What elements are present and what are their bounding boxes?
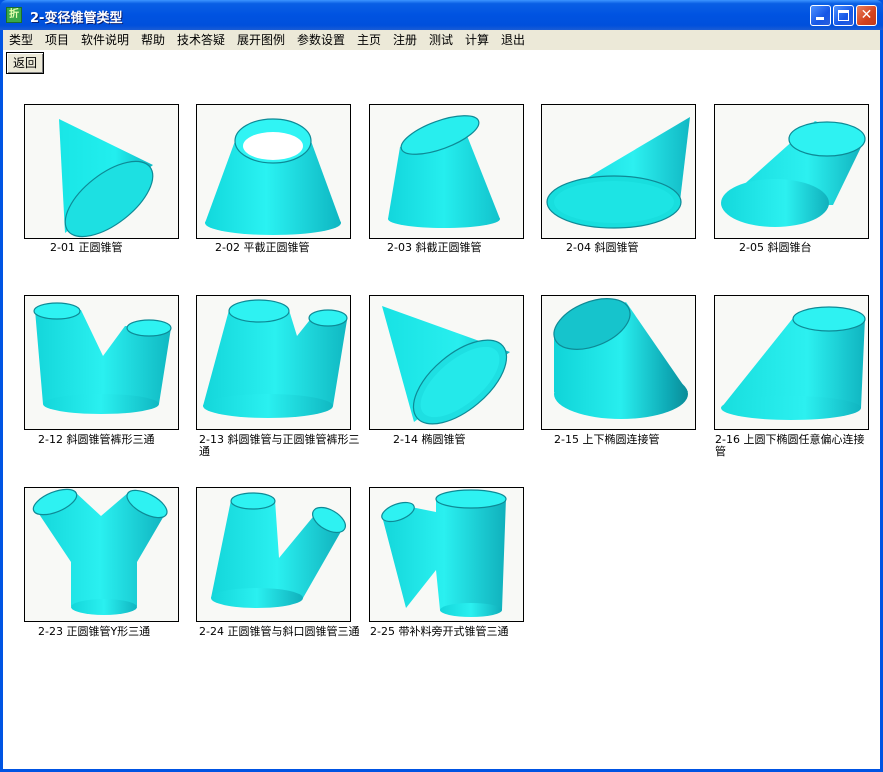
type-thumb-2-01[interactable] xyxy=(24,104,179,239)
type-thumb-2-16[interactable] xyxy=(714,295,869,430)
oblique-frustum-icon xyxy=(721,121,866,227)
oblique-pants-tee-icon xyxy=(33,302,172,414)
minimize-icon xyxy=(816,17,824,20)
maximize-button[interactable] xyxy=(833,5,854,26)
type-thumb-2-12[interactable] xyxy=(24,295,179,430)
client-area: 类型 项目 软件说明 帮助 技术答疑 展开图例 参数设置 主页 注册 测试 计算… xyxy=(3,30,880,769)
type-caption[interactable]: 2-12 斜圆锥管裤形三通 xyxy=(38,434,198,446)
window-title: 2-变径锥管类型 xyxy=(30,11,123,26)
type-caption[interactable]: 2-13 斜圆锥管与正圆锥管裤形三通 xyxy=(199,434,361,458)
title-bar[interactable]: 折 2-变径锥管类型 ✕ xyxy=(0,0,883,30)
type-thumb-2-05[interactable] xyxy=(714,104,869,239)
menu-tech-support[interactable]: 技术答疑 xyxy=(174,32,228,48)
oblique-cone-icon xyxy=(546,117,690,229)
side-tee-icon xyxy=(381,489,507,617)
type-caption[interactable]: 2-01 正圆锥管 xyxy=(50,242,210,254)
close-button[interactable]: ✕ xyxy=(856,5,877,26)
app-icon: 折 xyxy=(6,7,22,23)
type-caption[interactable]: 2-16 上圆下椭圆任意偏心连接管 xyxy=(715,434,873,458)
close-icon: ✕ xyxy=(860,7,873,23)
type-thumb-2-04[interactable] xyxy=(541,104,696,239)
type-caption[interactable]: 2-03 斜截正圆锥管 xyxy=(387,242,547,254)
oblique-cut-cone-icon xyxy=(388,115,500,228)
menu-calculate[interactable]: 计算 xyxy=(462,32,492,48)
menu-test[interactable]: 测试 xyxy=(426,32,456,48)
truncated-cone-icon xyxy=(205,118,341,235)
type-caption[interactable]: 2-15 上下椭圆连接管 xyxy=(554,434,714,446)
y-tee-icon xyxy=(32,488,168,615)
type-thumb-2-24[interactable] xyxy=(196,487,351,622)
back-button[interactable]: 返回 xyxy=(6,52,44,74)
right-circular-cone-icon xyxy=(59,119,154,238)
menu-layout-examples[interactable]: 展开图例 xyxy=(234,32,288,48)
type-caption[interactable]: 2-24 正圆锥管与斜口圆锥管三通 xyxy=(199,626,361,638)
type-thumb-2-02[interactable] xyxy=(196,104,351,239)
type-thumb-2-03[interactable] xyxy=(369,104,524,239)
menu-parameters[interactable]: 参数设置 xyxy=(294,32,348,48)
menu-type[interactable]: 类型 xyxy=(6,32,36,48)
type-thumb-2-13[interactable] xyxy=(196,295,351,430)
type-caption[interactable]: 2-04 斜圆锥管 xyxy=(566,242,726,254)
type-caption[interactable]: 2-25 带补料旁开式锥管三通 xyxy=(370,626,530,638)
type-caption[interactable]: 2-05 斜圆锥台 xyxy=(739,242,883,254)
eccentric-transition-icon xyxy=(721,306,866,420)
mixed-pants-tee-icon xyxy=(203,299,348,418)
menu-register[interactable]: 注册 xyxy=(390,32,420,48)
maximize-icon xyxy=(838,10,849,21)
menu-home[interactable]: 主页 xyxy=(354,32,384,48)
type-thumb-2-25[interactable] xyxy=(369,487,524,622)
toolbar: 返回 xyxy=(3,50,880,78)
type-thumb-2-23[interactable] xyxy=(24,487,179,622)
type-caption[interactable]: 2-02 平截正圆锥管 xyxy=(215,242,375,254)
minimize-button[interactable] xyxy=(810,5,831,26)
app-window: 折 2-变径锥管类型 ✕ 类型 项目 软件说明 帮助 技术答疑 展开图例 参数设… xyxy=(0,0,883,772)
branch-tee-icon xyxy=(211,492,346,608)
menu-software-info[interactable]: 软件说明 xyxy=(78,32,132,48)
menu-bar: 类型 项目 软件说明 帮助 技术答疑 展开图例 参数设置 主页 注册 测试 计算… xyxy=(3,30,880,50)
menu-exit[interactable]: 退出 xyxy=(498,32,528,48)
type-caption[interactable]: 2-23 正圆锥管Y形三通 xyxy=(38,626,198,638)
type-caption[interactable]: 2-14 椭圆锥管 xyxy=(393,434,553,446)
menu-help[interactable]: 帮助 xyxy=(138,32,168,48)
menu-project[interactable]: 项目 xyxy=(42,32,72,48)
ellipse-transition-icon xyxy=(553,298,688,419)
elliptic-cone-icon xyxy=(382,306,510,425)
type-thumb-2-14[interactable] xyxy=(369,295,524,430)
type-thumb-2-15[interactable] xyxy=(541,295,696,430)
